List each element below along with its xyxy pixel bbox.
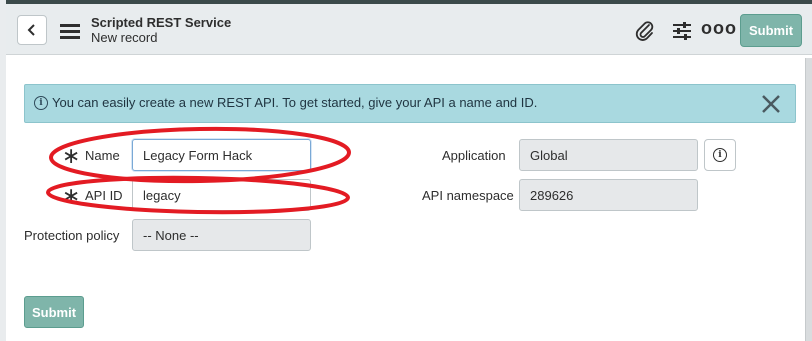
api-id-label: API ID [85,188,123,203]
paperclip-icon[interactable] [634,20,656,42]
required-asterisk-icon: ∗ [62,144,81,169]
scrollbar[interactable] [805,58,812,341]
protection-policy-select[interactable]: -- None -- [132,219,311,251]
info-banner: i You can easily create a new REST API. … [24,84,796,123]
info-banner-text: You can easily create a new REST API. To… [52,95,538,110]
page-subtitle: New record [91,30,158,45]
api-id-input[interactable]: legacy [132,179,311,211]
form-header: Scripted REST Service New record ooo Sub… [6,4,812,55]
info-icon: i [34,96,48,110]
menu-icon[interactable] [60,24,80,39]
application-info-button[interactable]: i [704,139,736,171]
submit-button-top[interactable]: Submit [740,14,802,47]
sliders-icon[interactable] [671,20,693,42]
application-field[interactable]: Global [519,139,698,171]
name-label: Name [85,148,120,163]
info-icon: i [713,148,727,162]
back-button[interactable] [17,15,47,45]
page-title: Scripted REST Service [91,15,232,30]
more-icon[interactable]: ooo [701,17,736,39]
application-label: Application [442,148,506,163]
submit-button-bottom[interactable]: Submit [24,296,84,328]
protection-policy-label: Protection policy [24,228,120,243]
back-icon [27,24,35,36]
api-namespace-label: API namespace [422,188,514,203]
close-icon[interactable] [759,92,783,116]
name-input[interactable]: Legacy Form Hack [132,139,311,171]
required-asterisk-icon: ∗ [62,184,81,209]
api-namespace-field[interactable]: 289626 [519,179,698,211]
